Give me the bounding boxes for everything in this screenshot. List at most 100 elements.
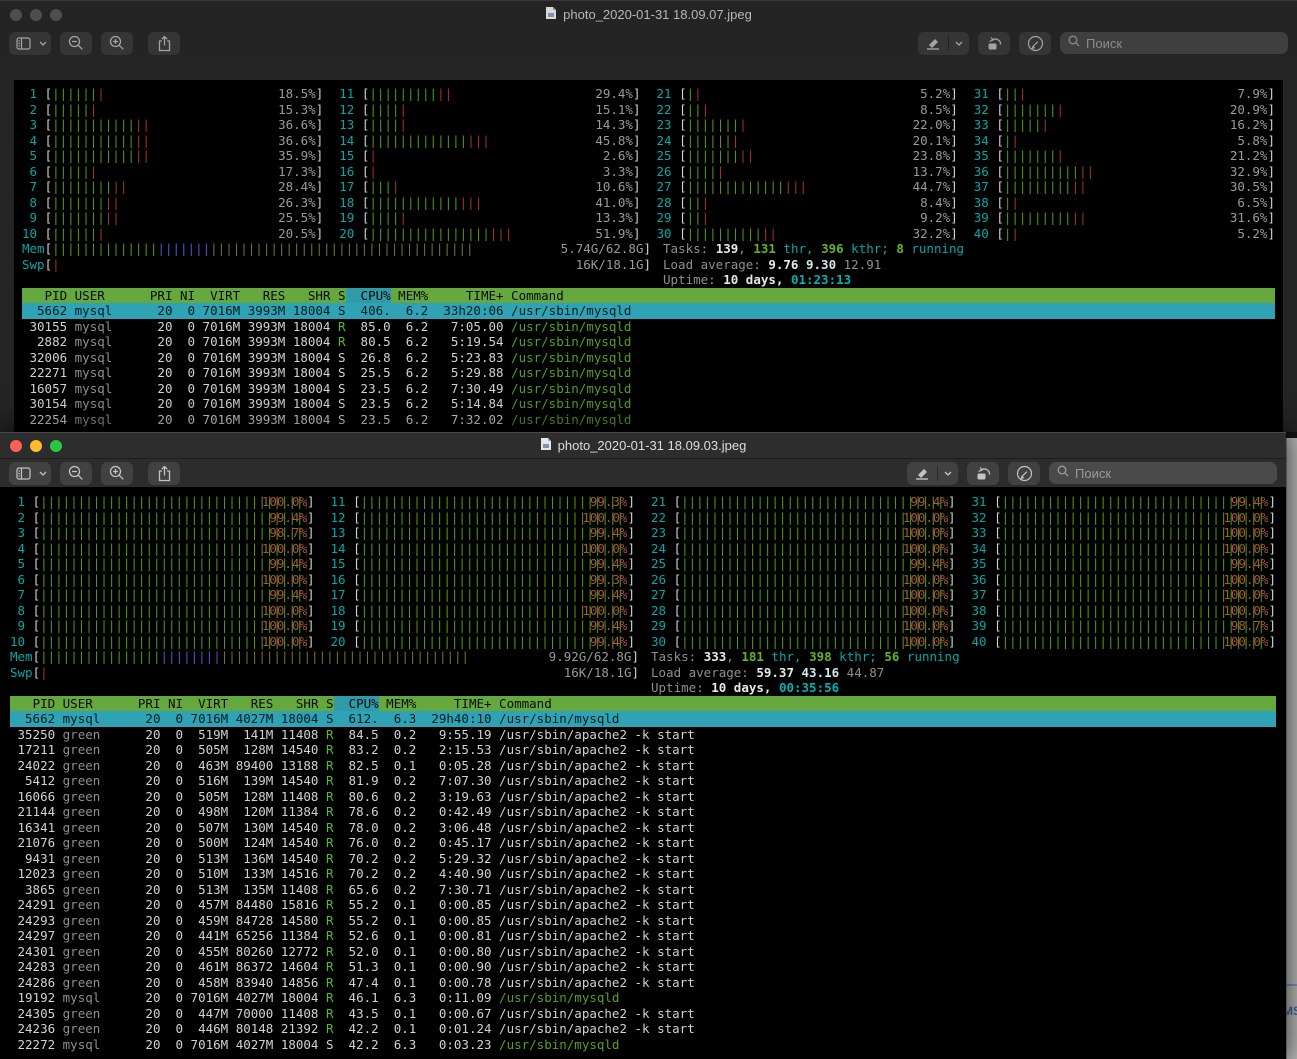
rotate-left-button[interactable]: [967, 462, 999, 485]
search-input[interactable]: [1086, 36, 1280, 51]
process-row[interactable]: 35250green200519M141M11408R84.50.29:55.1…: [10, 727, 1276, 743]
process-row[interactable]: 21144green200498M120M11384R78.60.20:42.4…: [10, 804, 1276, 820]
column-header-mem%[interactable]: MEM%: [391, 288, 429, 304]
column-header-command[interactable]: Command: [492, 696, 1276, 712]
search-field[interactable]: [1060, 32, 1288, 54]
red-pipes: |: [369, 164, 377, 179]
process-row[interactable]: 16057mysql2007016M3993M18004S23.56.27:30…: [22, 381, 1275, 397]
process-row[interactable]: 24022green200463M8940013188R82.50.10:05.…: [10, 758, 1276, 774]
column-header-user[interactable]: USER: [55, 696, 130, 712]
column-header-ni[interactable]: NI: [172, 288, 195, 304]
minimize-button[interactable]: [30, 9, 42, 21]
process-row[interactable]: 22271mysql2007016M3993M18004S25.56.25:29…: [22, 365, 1275, 381]
zoom-in-button[interactable]: [101, 32, 133, 55]
search-field[interactable]: [1049, 462, 1277, 484]
zoom-out-button[interactable]: [60, 462, 92, 485]
process-row[interactable]: 24283green200461M8637214604R51.30.10:00.…: [10, 959, 1276, 975]
column-header-command[interactable]: Command: [504, 288, 1275, 304]
cpu-meter-23: 23[||||||||22.0%]: [657, 117, 958, 133]
zoom-in-button[interactable]: [101, 462, 133, 485]
markup-toolbar-button[interactable]: [1008, 462, 1040, 485]
process-row[interactable]: 24301green200455M8026012772R52.00.10:00.…: [10, 944, 1276, 960]
sidebar-button[interactable]: [9, 462, 51, 485]
zoom-out-button[interactable]: [60, 32, 92, 55]
process-row[interactable]: 24291green200457M8448015816R55.20.10:00.…: [10, 897, 1276, 913]
markup-pen-button[interactable]: [918, 32, 969, 55]
cpu-meter-19: 19[|||||||||||||||||||||||||||||||||||||…: [331, 618, 636, 634]
process-row[interactable]: 19192mysql2007016M4027M18004R46.16.30:11…: [10, 990, 1276, 1006]
zoom-window-button[interactable]: [50, 440, 62, 452]
process-row[interactable]: 24293green200459M8472814580R55.20.10:00.…: [10, 913, 1276, 929]
process-row[interactable]: 5412green200516M139M14540R81.90.27:07.30…: [10, 773, 1276, 789]
column-header-ni[interactable]: NI: [160, 696, 183, 712]
process-row[interactable]: 17211green200505M128M14540R83.20.22:15.5…: [10, 742, 1276, 758]
search-input[interactable]: [1075, 466, 1269, 481]
process-row[interactable]: 5662mysql2007016M3993M18004S406.6.233h20…: [22, 303, 1275, 319]
column-header-shr[interactable]: SHR: [273, 696, 318, 712]
titlebar[interactable]: photo_2020-01-31 18.09.03.jpeg: [0, 432, 1286, 459]
column-header-cpu%[interactable]: CPU%: [346, 288, 391, 304]
cell: R: [318, 882, 333, 898]
process-row[interactable]: 32006mysql2007016M3993M18004S26.86.25:23…: [22, 350, 1275, 366]
process-row[interactable]: 2882mysql2007016M3993M18004R80.56.25:19.…: [22, 334, 1275, 350]
process-row[interactable]: 24297green200441M6525611384R52.60.10:00.…: [10, 928, 1276, 944]
process-row[interactable]: 16341green200507M130M14540R78.00.23:06.4…: [10, 820, 1276, 836]
marker-icon: [918, 36, 948, 50]
column-header-shr[interactable]: SHR: [285, 288, 330, 304]
column-header-virt[interactable]: VIRT: [195, 288, 240, 304]
process-row[interactable]: 22272mysql2007016M4027M18004S42.26.30:03…: [10, 1037, 1276, 1053]
process-table-header[interactable]: PIDUSERPRINIVIRTRESSHRSCPU%MEM%TIME+Comm…: [10, 696, 1276, 712]
sidebar-button[interactable]: [9, 32, 51, 55]
close-button[interactable]: [10, 9, 22, 21]
column-header-cpu%[interactable]: CPU%: [334, 696, 379, 712]
process-row[interactable]: 3865green200513M135M11408R65.60.27:30.71…: [10, 882, 1276, 898]
process-row[interactable]: 5662mysql2007016M4027M18004S612.6.329h40…: [10, 711, 1276, 727]
bracket: [: [33, 618, 41, 634]
process-row[interactable]: 12023green200510M133M14516R70.20.24:40.9…: [10, 866, 1276, 882]
column-header-pid[interactable]: PID: [10, 696, 55, 712]
column-header-virt[interactable]: VIRT: [183, 696, 228, 712]
markup-pen-button[interactable]: [907, 462, 958, 485]
share-button[interactable]: [148, 32, 180, 55]
column-header-s[interactable]: S: [318, 696, 333, 712]
process-row[interactable]: 24305green200447M7000011408R43.50.10:00.…: [10, 1006, 1276, 1022]
bar-segment: |: [52, 257, 60, 272]
column-header-pri[interactable]: PRI: [142, 288, 172, 304]
bar-pipes: ||||||||||||||||||||||||||||||||||||||: [40, 525, 307, 541]
column-header-s[interactable]: S: [330, 288, 345, 304]
green-pipes: ||||||||||||||||||||||||||||||||||||: [1002, 556, 1269, 571]
zoom-window-button[interactable]: [50, 9, 62, 21]
process-row[interactable]: 24236green200446M8014821392R42.20.10:01.…: [10, 1021, 1276, 1037]
column-header-time+[interactable]: TIME+: [416, 696, 491, 712]
process-row[interactable]: 22254mysql2007016M3993M18004S23.56.27:32…: [22, 412, 1275, 428]
bracket: ]: [633, 179, 641, 195]
process-row[interactable]: 24286green200458M8394014856R47.40.10:00.…: [10, 975, 1276, 991]
column-header-pid[interactable]: PID: [22, 288, 67, 304]
minimize-button[interactable]: [30, 440, 42, 452]
cpu-percent: 100.0%: [262, 634, 307, 650]
share-button[interactable]: [148, 462, 180, 485]
process-row[interactable]: 16066green200505M128M11408R80.60.23:19.6…: [10, 789, 1276, 805]
column-header-pri[interactable]: PRI: [130, 696, 160, 712]
process-row[interactable]: 30154mysql2007016M3993M18004S23.56.25:14…: [22, 396, 1275, 412]
column-header-mem%[interactable]: MEM%: [379, 696, 417, 712]
process-table-header[interactable]: PIDUSERPRINIVIRTRESSHRSCPU%MEM%TIME+Comm…: [22, 288, 1275, 304]
text-part: 43.16: [802, 665, 847, 680]
bracket: ]: [1267, 195, 1275, 211]
column-header-res[interactable]: RES: [240, 288, 285, 304]
rotate-left-button[interactable]: [978, 32, 1010, 55]
column-header-res[interactable]: RES: [228, 696, 273, 712]
cell: 7016M: [195, 350, 240, 366]
text-part: Load average:: [663, 257, 768, 272]
column-header-time+[interactable]: TIME+: [428, 288, 503, 304]
cell: 21076: [10, 835, 55, 851]
markup-toolbar-button[interactable]: [1019, 32, 1051, 55]
process-row[interactable]: 30155mysql2007016M3993M18004R85.06.27:05…: [22, 319, 1275, 335]
close-button[interactable]: [10, 440, 22, 452]
cell: R: [318, 975, 333, 991]
process-row[interactable]: 21076green200500M124M14540R76.00.20:45.1…: [10, 835, 1276, 851]
text-part: 01:23:13: [791, 272, 851, 287]
column-header-user[interactable]: USER: [67, 288, 142, 304]
titlebar[interactable]: photo_2020-01-31 18.09.07.jpeg: [0, 0, 1297, 28]
process-row[interactable]: 9431green200513M136M14540R70.20.25:29.32…: [10, 851, 1276, 867]
